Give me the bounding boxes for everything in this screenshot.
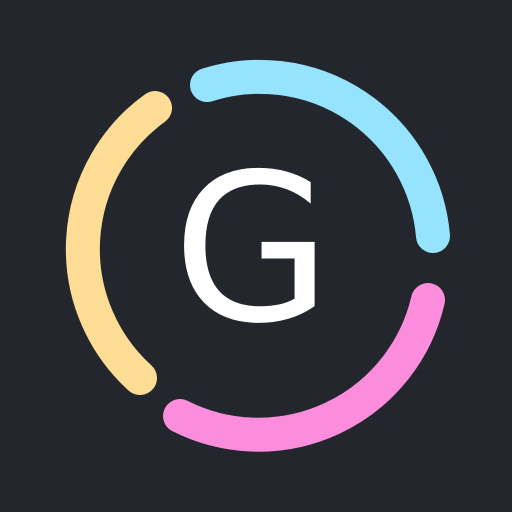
logo-letter: G xyxy=(172,130,332,369)
app-icon: G xyxy=(0,0,512,512)
